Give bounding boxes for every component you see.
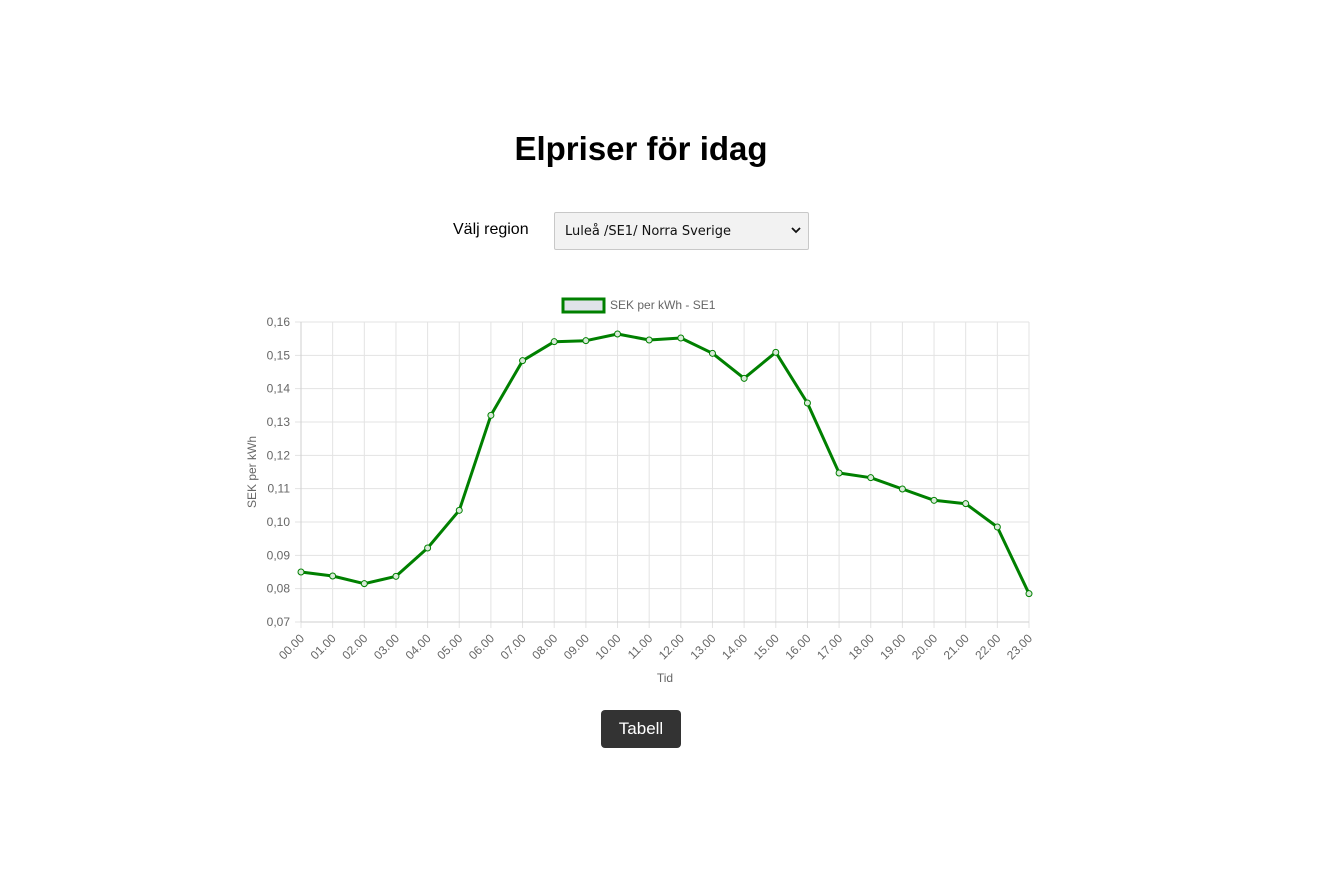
x-tick-label: 10.00 (593, 631, 624, 662)
data-point (519, 357, 527, 365)
y-tick-label: 0,10 (267, 515, 291, 529)
data-point (962, 500, 970, 508)
y-tick-label: 0,14 (267, 382, 291, 396)
x-tick-label: 23.00 (1004, 631, 1035, 662)
data-point (614, 330, 622, 338)
data-point (803, 399, 811, 407)
x-tick-label: 15.00 (751, 631, 782, 662)
line-chart: 0,16 0,15 0,14 0,13 0,12 0,11 0,10 0,09 0,08 0,07… (245, 297, 1035, 685)
x-tick-label: 03.00 (371, 631, 402, 662)
x-tick-label: 11.00 (625, 631, 656, 662)
x-tick-label: 19.00 (877, 631, 908, 662)
region-select-value: Luleå /SE1/ Norra Sverige (565, 224, 731, 239)
legend-label: SEK per kWh - SE1 (610, 298, 716, 312)
data-point (360, 580, 368, 588)
table-button[interactable]: Tabell (601, 710, 681, 748)
x-tick-label: 16.00 (782, 631, 813, 662)
data-point (329, 572, 337, 580)
data-point (455, 506, 463, 514)
x-tick-label: 18.00 (846, 631, 877, 662)
x-tick-label: 00.00 (276, 631, 307, 662)
data-point (550, 338, 558, 346)
x-tick-label: 21.00 (941, 631, 972, 662)
data-point (835, 469, 843, 477)
data-point (582, 337, 590, 345)
x-tick-label: 02.00 (339, 631, 370, 662)
x-tick-label: 06.00 (466, 631, 497, 662)
x-tick-label: 17.00 (814, 631, 845, 662)
y-tick-label: 0,12 (267, 448, 291, 462)
data-point (993, 523, 1001, 531)
region-select[interactable]: Luleå /SE1/ Norra Sverige (554, 212, 809, 250)
x-axis-title: Tid (657, 671, 673, 685)
page-title: Elpriser för idag (514, 130, 768, 167)
series-line (300, 332, 1031, 595)
data-point (392, 572, 400, 580)
data-point (740, 374, 748, 382)
y-tick-label: 0,15 (267, 348, 291, 362)
x-tick-label: 01.00 (308, 631, 339, 662)
y-axis-title: SEK per kWh (245, 436, 259, 508)
price-chart: 0,16 0,15 0,14 0,13 0,12 0,11 0,10 0,09 0,08 0,07… (240, 290, 1040, 690)
data-point (1025, 590, 1033, 598)
y-tick-label: 0,09 (267, 548, 291, 562)
chevron-down-icon (791, 227, 801, 234)
data-point (677, 334, 685, 342)
y-tick-label: 0,11 (268, 482, 291, 496)
x-tick-label: 04.00 (403, 631, 434, 662)
data-point (708, 349, 716, 357)
data-point (487, 411, 495, 419)
data-point (772, 348, 780, 356)
legend-swatch (561, 297, 606, 314)
x-tick-label: 08.00 (529, 631, 560, 662)
y-tick-label: 0,13 (267, 415, 291, 429)
data-point (898, 485, 906, 493)
region-label: Välj region (453, 221, 529, 238)
data-point (297, 568, 305, 576)
data-point (645, 336, 653, 344)
x-tick-label: 22.00 (972, 631, 1003, 662)
x-tick-label: 13.00 (687, 631, 718, 662)
x-tick-label: 12.00 (656, 631, 687, 662)
x-tick-label: 07.00 (498, 631, 529, 662)
data-point (424, 544, 432, 552)
data-point (930, 496, 938, 504)
y-tick-label: 0,08 (267, 582, 291, 596)
data-point (867, 474, 875, 482)
x-tick-label: 20.00 (909, 631, 940, 662)
x-tick-label: 05.00 (434, 631, 465, 662)
x-tick-label: 14.00 (719, 631, 750, 662)
y-tick-label: 0,07 (267, 615, 291, 629)
x-tick-label: 09.00 (561, 631, 592, 662)
y-tick-label: 0,16 (267, 315, 291, 329)
